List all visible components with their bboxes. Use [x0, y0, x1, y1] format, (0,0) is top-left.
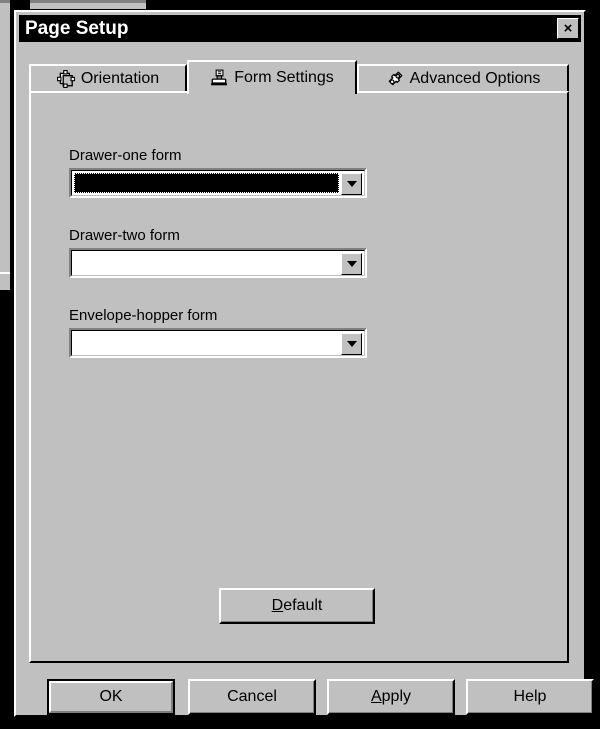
apply-button-accel: A — [370, 688, 382, 705]
page-setup-dialog: Page Setup × Orientation Form Settings A… — [14, 10, 594, 717]
background-window-top-shadow — [30, 0, 146, 3]
drawer-two-combobox-value[interactable] — [74, 253, 339, 273]
field-drawer-two: Drawer-two form — [69, 228, 367, 278]
chevron-down-icon — [346, 181, 357, 187]
envelope-hopper-combobox-value[interactable] — [74, 333, 339, 353]
field-envelope-hopper-label: Envelope-hopper form — [69, 307, 218, 324]
default-button-rest: efault — [283, 597, 323, 614]
window-title: Page Setup — [25, 18, 129, 39]
drawer-two-dropdown-button[interactable] — [341, 253, 362, 275]
default-button-label: Default — [272, 598, 323, 614]
screen: Page Setup × Orientation Form Settings A… — [0, 0, 600, 729]
title-bar[interactable]: Page Setup × — [19, 15, 581, 42]
puzzle-piece-icon — [388, 71, 402, 86]
drawer-one-combobox-value[interactable] — [74, 173, 339, 193]
drawer-one-dropdown-button[interactable] — [341, 173, 362, 195]
printer-icon — [211, 69, 228, 86]
tab-advanced-options-label: Advanced Options — [409, 70, 541, 87]
chevron-down-icon — [346, 261, 357, 267]
field-envelope-hopper: Envelope-hopper form — [69, 308, 367, 358]
default-button[interactable]: Default — [219, 588, 375, 624]
field-drawer-one: Drawer-one form — [69, 148, 367, 198]
tab-advanced-options[interactable]: Advanced Options — [357, 64, 569, 92]
envelope-hopper-combobox[interactable] — [69, 328, 367, 358]
ok-button-label: OK — [99, 688, 123, 705]
default-button-accel: D — [271, 597, 284, 614]
cancel-button-label: Cancel — [227, 688, 277, 705]
dialog-button-bar: OK Cancel Apply Help — [16, 667, 594, 717]
apply-button-label: Apply — [371, 689, 411, 705]
close-icon[interactable]: × — [557, 18, 579, 39]
tab-orientation[interactable]: Orientation — [29, 64, 187, 92]
background-window-left — [0, 0, 10, 290]
field-drawer-one-label: Drawer-one form — [69, 147, 182, 164]
envelope-hopper-combobox-frame — [71, 330, 365, 356]
ok-button[interactable]: OK — [47, 679, 175, 715]
close-x-glyph: × — [563, 20, 573, 37]
background-window-bottom-left — [0, 274, 10, 290]
background-window-left-edge — [0, 0, 10, 3]
drawer-one-combobox[interactable] — [69, 168, 367, 198]
drawer-one-combobox-frame — [71, 170, 365, 196]
page-orientation-icon — [56, 70, 75, 88]
chevron-down-icon — [346, 341, 357, 347]
apply-button-rest: pply — [381, 688, 412, 705]
tab-strip: Orientation Form Settings Advanced Optio… — [29, 60, 569, 94]
apply-button[interactable]: Apply — [327, 679, 455, 715]
help-button-label: Help — [513, 688, 547, 705]
envelope-hopper-dropdown-button[interactable] — [341, 333, 362, 355]
tab-orientation-label: Orientation — [80, 70, 160, 87]
tab-form-settings-label: Form Settings — [234, 69, 334, 86]
tab-form-settings[interactable]: Form Settings — [187, 60, 357, 94]
drawer-two-combobox-frame — [71, 250, 365, 276]
help-button[interactable]: Help — [466, 679, 594, 715]
tab-panel-form-settings: Drawer-one form Drawer-two form Envelope… — [29, 91, 569, 663]
cancel-button[interactable]: Cancel — [188, 679, 316, 715]
field-drawer-two-label: Drawer-two form — [69, 227, 180, 244]
drawer-two-combobox[interactable] — [69, 248, 367, 278]
